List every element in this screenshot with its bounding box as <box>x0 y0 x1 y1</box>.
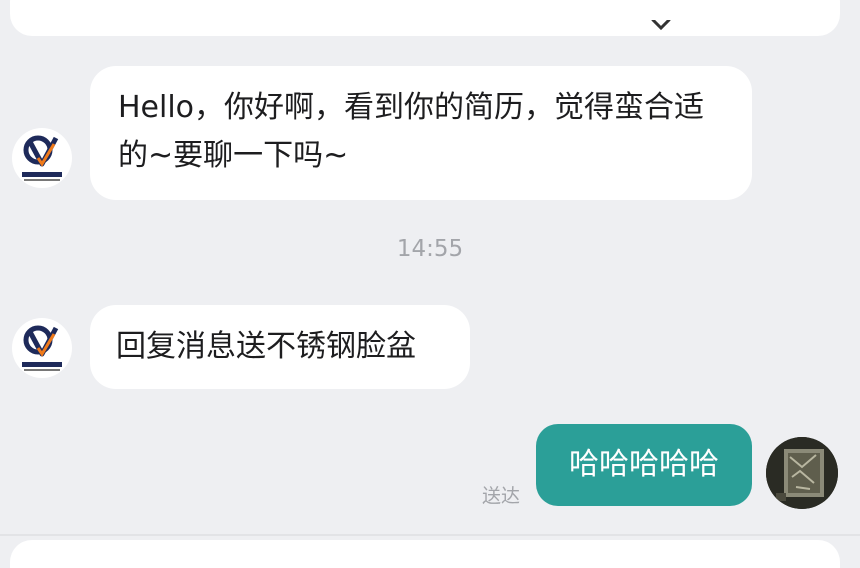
message-text: 哈哈哈哈哈 <box>569 447 719 482</box>
user-avatar[interactable] <box>766 437 838 509</box>
divider <box>0 534 860 536</box>
message-bubble-incoming[interactable]: 回复消息送不锈钢脸盆 <box>90 305 470 389</box>
message-text: Hello，你好啊，看到你的简历，觉得蛮合适的~要聊一下吗~ <box>118 90 705 173</box>
company-logo-icon <box>22 135 62 181</box>
message-text: 回复消息送不锈钢脸盆 <box>116 329 416 364</box>
delivery-status: 送达 <box>482 485 521 507</box>
chat-window: Hello，你好啊，看到你的简历，觉得蛮合适的~要聊一下吗~ 14:55 回复消… <box>0 0 860 568</box>
contact-avatar[interactable] <box>12 318 72 378</box>
user-avatar-image <box>766 437 838 509</box>
message-bubble-outgoing[interactable]: 哈哈哈哈哈 <box>536 424 752 506</box>
message-timestamp: 14:55 <box>396 236 464 262</box>
previous-card[interactable] <box>10 0 840 36</box>
close-icon[interactable] <box>650 20 672 32</box>
message-bubble-incoming[interactable]: Hello，你好啊，看到你的简历，觉得蛮合适的~要聊一下吗~ <box>90 66 752 200</box>
input-bar[interactable] <box>10 540 840 568</box>
company-logo-icon <box>22 325 62 371</box>
contact-avatar[interactable] <box>12 128 72 188</box>
